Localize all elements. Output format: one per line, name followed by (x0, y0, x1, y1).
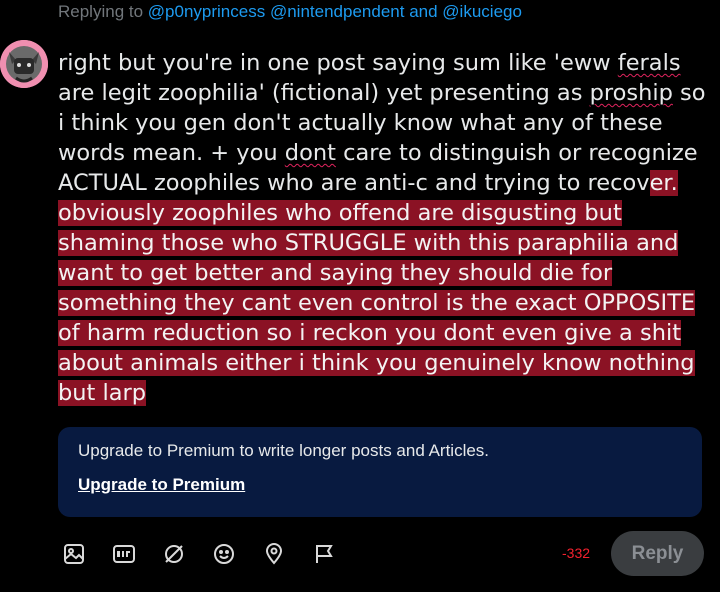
post-text-4-spellcheck: proship (589, 80, 673, 106)
image-icon[interactable] (58, 538, 90, 570)
mention-and[interactable]: and (409, 2, 437, 21)
avatar[interactable] (0, 40, 48, 88)
mention-p0nyprincess[interactable]: @p0nyprincess (148, 2, 265, 21)
character-counter: -332 (562, 545, 591, 561)
gif-icon[interactable] (108, 538, 140, 570)
compose-toolbar (58, 538, 340, 570)
emoji-icon[interactable] (208, 538, 240, 570)
post-text-3: are legit zoophilia' (fictional) yet pre… (58, 80, 590, 106)
mention-nintendpendent[interactable]: @nintendpendent (270, 2, 404, 21)
premium-upsell: Upgrade to Premium to write longer posts… (58, 427, 702, 517)
reply-button[interactable]: Reply (611, 531, 704, 576)
post-text-1: right but you're in one post saying sum … (58, 50, 618, 76)
replying-to: Replying to @p0nyprincess @nintendpenden… (58, 2, 522, 22)
location-icon[interactable] (258, 538, 290, 570)
avatar-image (0, 40, 48, 88)
premium-message: Upgrade to Premium to write longer posts… (78, 441, 490, 460)
post-text-2-spellcheck: ferals (617, 50, 681, 76)
post-text-6-spellcheck: dont (284, 140, 336, 166)
replying-prefix: Replying to (58, 2, 144, 21)
grok-icon[interactable] (158, 538, 190, 570)
flag-icon[interactable] (308, 538, 340, 570)
post-textarea[interactable]: right but you're in one post saying sum … (58, 48, 710, 408)
post-overflow-text: er. obviously zoophiles who offend are d… (58, 170, 696, 406)
upgrade-premium-link[interactable]: Upgrade to Premium (78, 475, 245, 495)
mention-ikuciego[interactable]: @ikuciego (442, 2, 522, 21)
